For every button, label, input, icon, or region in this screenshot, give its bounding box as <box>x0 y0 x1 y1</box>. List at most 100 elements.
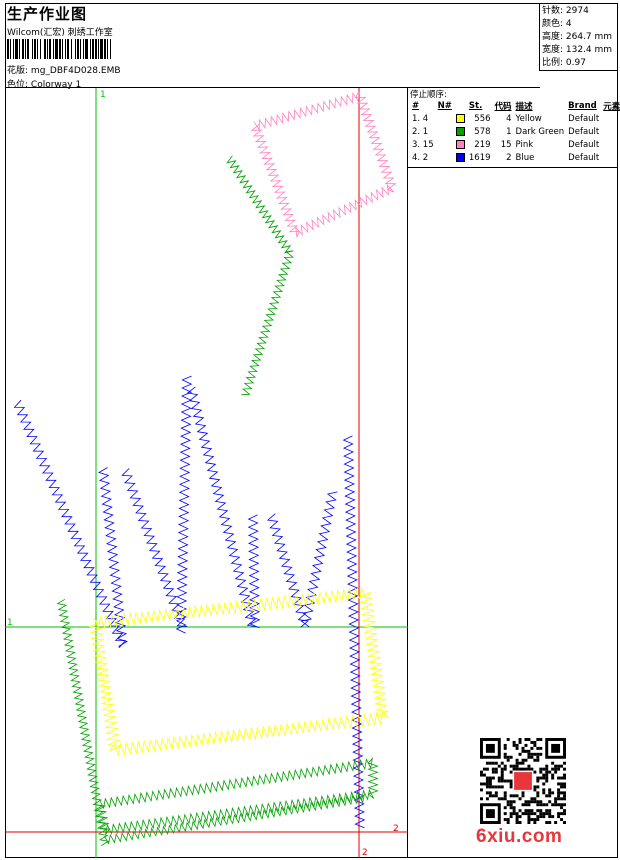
qr-module <box>557 764 561 768</box>
qr-module <box>509 770 513 774</box>
company-name: Wilcom(汇宏) 刺绣工作室 <box>7 28 113 38</box>
qr-module <box>524 738 528 741</box>
qr-module <box>503 791 507 795</box>
qr-module <box>521 746 525 750</box>
stat-stitches: 针数: 2974 <box>542 6 589 16</box>
col-st: St. <box>468 101 483 111</box>
qr-module <box>521 812 525 816</box>
stop-brand: Default <box>568 152 600 163</box>
qr-module <box>480 797 483 801</box>
qr-module <box>515 821 519 824</box>
stop-stitches: 578 <box>474 126 491 137</box>
stop-row: 1. 4 556 4 Yellow Default <box>410 112 620 125</box>
qr-module <box>506 738 510 741</box>
qr-logo <box>514 772 532 790</box>
qr-module <box>506 818 510 822</box>
qr-module <box>557 782 561 786</box>
qr-module <box>482 767 486 771</box>
stop-seq: 2. 1 <box>412 126 429 137</box>
qr-module <box>524 800 528 804</box>
qr-module <box>494 794 498 798</box>
qr-module <box>557 794 561 798</box>
qr-module <box>533 797 537 801</box>
watermark: 6xiu.com <box>476 826 563 847</box>
qr-module <box>542 812 546 816</box>
stop-code: 15 <box>500 139 512 150</box>
stat-colors: 颜色: 4 <box>542 19 572 29</box>
blue-stroke <box>98 467 128 647</box>
col-desc: 描述 <box>515 102 533 112</box>
qr-module <box>560 818 564 822</box>
qr-module <box>563 791 566 795</box>
qr-module <box>503 779 507 783</box>
qr-module <box>536 755 540 759</box>
qr-module <box>551 776 555 780</box>
qr-module <box>506 758 510 762</box>
qr-module <box>557 791 561 795</box>
stat-scale: 比例: 0.97 <box>542 58 586 68</box>
stop-row: 4. 2 1619 2 Blue Default <box>410 151 620 164</box>
qr-module <box>563 797 566 801</box>
qr-module <box>551 803 555 807</box>
qr-module <box>491 794 495 798</box>
qr-finder <box>485 809 495 819</box>
qr-module <box>509 755 513 759</box>
stop-code: 1 <box>506 126 512 137</box>
qr-module <box>512 767 516 771</box>
color-swatch <box>455 139 465 149</box>
qr-module <box>539 752 543 756</box>
qr-module <box>497 797 501 801</box>
qr-module <box>515 746 519 750</box>
qr-module <box>545 776 549 780</box>
qr-module <box>518 738 522 741</box>
qr-module <box>554 770 558 774</box>
qr-module <box>548 794 552 798</box>
qr-module <box>557 815 561 819</box>
qr-module <box>497 764 501 768</box>
stop-sequence-header-row: # N# St. 代码 描述 Brand 元素 <box>410 100 620 112</box>
qr-module <box>563 812 566 816</box>
blue-stroke <box>186 386 258 628</box>
qr-module <box>527 764 531 768</box>
qr-module <box>503 764 507 768</box>
col-seq: # <box>412 101 420 111</box>
qr-module <box>515 758 519 762</box>
stop-desc: Blue <box>515 152 535 163</box>
qr-module <box>533 743 537 747</box>
qr-module <box>548 809 552 813</box>
qr-module <box>536 791 540 795</box>
barcode-bar <box>111 39 113 59</box>
blue-stroke <box>342 435 366 829</box>
qr-module <box>545 770 549 774</box>
stats-panel: 针数: 2974 颜色: 4 高度: 264.7 mm 宽度: 132.4 mm… <box>539 3 618 71</box>
qr-module <box>530 797 534 801</box>
qr-module <box>563 767 566 771</box>
stop-stitches: 219 <box>474 139 491 150</box>
qr-module <box>539 767 543 771</box>
qr-module <box>536 776 540 780</box>
qr-module <box>515 818 519 822</box>
qr-module <box>542 788 546 792</box>
qr-module <box>524 803 528 807</box>
qr-module <box>539 803 543 807</box>
qr-finder <box>551 743 561 753</box>
qr-module <box>563 785 566 789</box>
qr-module <box>503 797 507 801</box>
qr-module <box>521 791 525 795</box>
stop-swatch <box>454 138 467 151</box>
qr-module <box>548 815 552 819</box>
qr-module <box>515 767 519 771</box>
qr-module <box>530 755 534 759</box>
qr-module <box>494 770 498 774</box>
red-vertical-label: 2 <box>362 848 368 858</box>
qr-module <box>542 803 546 807</box>
qr-module <box>542 776 546 780</box>
qr-module <box>500 779 504 783</box>
qr-module <box>480 788 483 792</box>
stop-n <box>436 138 454 151</box>
qr-module <box>533 752 537 756</box>
qr-module <box>545 773 549 777</box>
qr-module <box>557 776 561 780</box>
qr-module <box>527 812 531 816</box>
stat-height: 高度: 264.7 mm <box>542 32 613 42</box>
